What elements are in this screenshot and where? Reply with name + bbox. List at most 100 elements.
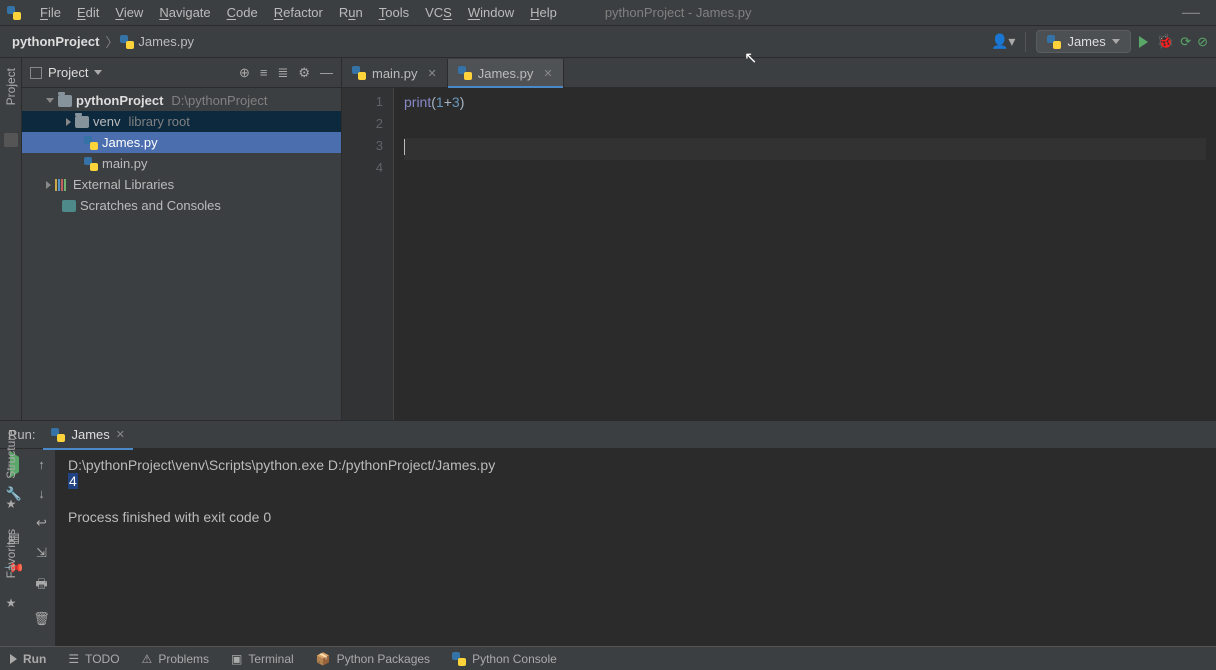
- scroll-to-end-icon[interactable]: ⇲: [36, 545, 47, 561]
- hide-panel-icon[interactable]: —: [320, 65, 333, 81]
- terminal-icon: ▣: [231, 652, 242, 666]
- tab-main[interactable]: main.py ✕: [342, 59, 448, 87]
- footer-label: Problems: [158, 652, 209, 666]
- footer-label: TODO: [85, 652, 119, 666]
- run-console[interactable]: D:\pythonProject\venv\Scripts\python.exe…: [56, 449, 1216, 646]
- editor-area: main.py ✕ James.py ✕ 1 2 3 4 print(1+3): [342, 58, 1216, 420]
- close-tab-icon[interactable]: ✕: [543, 67, 552, 80]
- coverage-button[interactable]: ⟳: [1180, 34, 1191, 50]
- menu-navigate[interactable]: Navigate: [151, 5, 218, 20]
- menu-run[interactable]: Run: [331, 5, 371, 20]
- tree-extlib-label: External Libraries: [73, 177, 174, 192]
- run-config-selector[interactable]: James: [1036, 30, 1130, 53]
- menu-tools[interactable]: Tools: [371, 5, 417, 20]
- tab-label: James.py: [478, 66, 534, 81]
- code-editor[interactable]: 1 2 3 4 print(1+3): [342, 88, 1216, 420]
- footer-packages[interactable]: 📦Python Packages: [316, 652, 430, 666]
- tree-file-main[interactable]: main.py: [22, 153, 341, 174]
- python-icon: [51, 428, 65, 442]
- expand-all-icon[interactable]: ≡: [260, 65, 268, 81]
- user-icon[interactable]: 👤▾: [991, 33, 1015, 50]
- run-toolbar-left2: ↑ ↓ ↩ ⇲ 🖶 🗑: [28, 449, 56, 646]
- tree-root-label: pythonProject: [76, 93, 163, 108]
- code-text[interactable]: print(1+3): [394, 88, 1216, 420]
- close-tab-icon[interactable]: ✕: [428, 67, 437, 80]
- menu-edit[interactable]: Edit: [69, 5, 107, 20]
- run-config-label: James: [1067, 34, 1105, 49]
- breadcrumb-file[interactable]: James.py: [120, 34, 194, 49]
- footer-label: Python Packages: [337, 652, 430, 666]
- tab-james[interactable]: James.py ✕: [448, 59, 564, 87]
- close-run-tab-icon[interactable]: ✕: [116, 428, 125, 441]
- settings-icon[interactable]: ⚙: [298, 65, 310, 81]
- side-tab-structure[interactable]: Structure: [4, 430, 18, 479]
- status-bar: Run ☰TODO ⚠ Problems ▣Terminal 📦Python Pa…: [0, 646, 1216, 670]
- token-fn: print: [404, 94, 431, 110]
- left-strip-lower: Structure ★ Favorites ★: [0, 430, 22, 610]
- clear-all-icon[interactable]: 🗑: [33, 611, 50, 627]
- breadcrumb-root[interactable]: pythonProject: [8, 34, 103, 49]
- run-tab-bar: Run: James ✕: [0, 421, 1216, 449]
- project-panel: Project ⊕ ≡ ≣ ⚙ — pythonProject D:\pytho…: [22, 58, 342, 420]
- line-number-gutter: 1 2 3 4: [342, 88, 394, 420]
- expand-icon: [66, 118, 71, 126]
- locate-icon[interactable]: ⊕: [239, 65, 250, 81]
- lineno: 1: [342, 94, 383, 116]
- navigation-bar: pythonProject 〉 James.py 👤▾ James 🐞 ⟳ ⊘: [0, 26, 1216, 58]
- side-tab-favorites[interactable]: Favorites: [4, 529, 18, 578]
- footer-terminal[interactable]: ▣Terminal: [231, 652, 294, 666]
- python-file-icon: [352, 66, 366, 80]
- scratches-icon: [62, 200, 76, 212]
- footer-run-label: Run: [23, 652, 46, 666]
- token-op: +: [444, 94, 452, 110]
- menu-file[interactable]: File: [32, 5, 69, 20]
- run-tab[interactable]: James ✕: [43, 424, 133, 445]
- menu-code[interactable]: Code: [219, 5, 266, 20]
- breadcrumb-sep-icon: 〉: [103, 32, 120, 51]
- code-line: print(1+3): [404, 94, 1206, 116]
- menu-vcs[interactable]: VCS: [417, 5, 460, 20]
- footer-todo[interactable]: ☰TODO: [68, 652, 119, 666]
- collapse-all-icon[interactable]: ≣: [277, 65, 288, 81]
- print-icon[interactable]: 🖶: [35, 575, 47, 597]
- run-tab-label: James: [71, 427, 109, 442]
- minimize-icon[interactable]: —: [1172, 2, 1210, 23]
- project-header-label[interactable]: Project: [30, 65, 102, 80]
- menu-help[interactable]: Help: [522, 5, 565, 20]
- scroll-up-icon[interactable]: ↑: [38, 457, 45, 472]
- run-button[interactable]: [1137, 35, 1151, 49]
- project-title: Project: [48, 65, 88, 80]
- folder-icon: [75, 116, 89, 128]
- run-tool-window: Run: James ✕ 🔧 ▤ 📌 ↑ ↓ ↩ ⇲ 🖶 🗑: [0, 420, 1216, 646]
- problems-icon: ⚠: [142, 652, 153, 666]
- python-file-icon: [84, 136, 98, 150]
- token-paren: ): [460, 94, 465, 110]
- play-icon: [10, 654, 17, 664]
- tree-external-libs[interactable]: External Libraries: [22, 174, 341, 195]
- menu-refactor[interactable]: Refactor: [266, 5, 331, 20]
- console-output: 4: [68, 473, 1204, 489]
- soft-wrap-icon[interactable]: ↩: [36, 515, 47, 531]
- project-dropdown-icon: [94, 70, 102, 75]
- caret-icon: [404, 139, 405, 155]
- tree-file-james[interactable]: James.py: [22, 132, 341, 153]
- tree-venv[interactable]: venv library root: [22, 111, 341, 132]
- footer-problems[interactable]: ⚠ Problems: [142, 652, 209, 666]
- tree-file-label: James.py: [102, 135, 158, 150]
- lineno: 4: [342, 160, 383, 182]
- menu-view[interactable]: View: [107, 5, 151, 20]
- left-tool-strip: Project: [0, 58, 22, 420]
- tree-project-root[interactable]: pythonProject D:\pythonProject: [22, 90, 341, 111]
- project-view-icon: [30, 67, 42, 79]
- profile-button[interactable]: ⊘: [1197, 34, 1208, 50]
- footer-pyconsole[interactable]: Python Console: [452, 652, 557, 666]
- tree-root-path: D:\pythonProject: [171, 93, 267, 108]
- code-line: [404, 160, 1206, 182]
- side-tab-project[interactable]: Project: [2, 62, 20, 111]
- side-tab-icon[interactable]: [4, 133, 18, 147]
- footer-run[interactable]: Run: [10, 652, 46, 666]
- debug-button[interactable]: 🐞: [1157, 33, 1174, 50]
- tree-scratches[interactable]: Scratches and Consoles: [22, 195, 341, 216]
- scroll-down-icon[interactable]: ↓: [38, 486, 45, 501]
- menu-window[interactable]: Window: [460, 5, 522, 20]
